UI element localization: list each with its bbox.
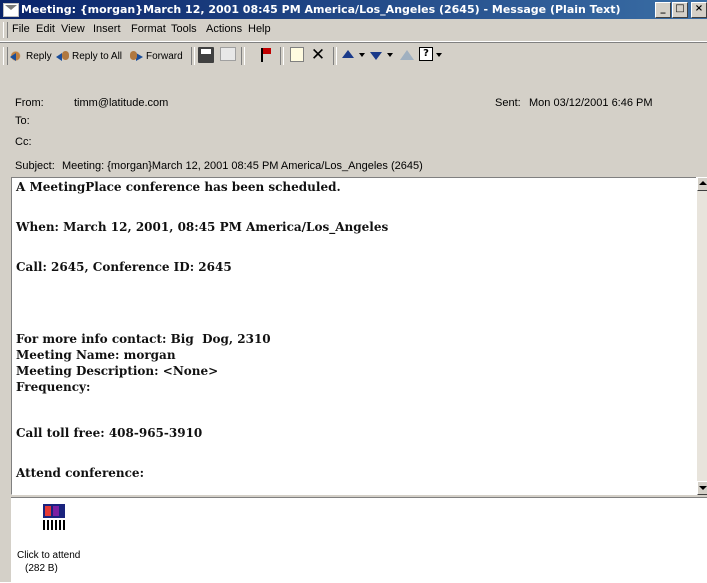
body-line: Frequency: [16, 380, 91, 394]
chevron-down-icon[interactable] [436, 53, 442, 57]
close-button[interactable]: × [691, 2, 707, 18]
minimize-button[interactable]: _ [655, 2, 671, 18]
toolbar-separator [280, 47, 284, 65]
print-icon[interactable] [198, 47, 214, 63]
vertical-scrollbar[interactable] [696, 177, 707, 495]
forward-icon [130, 50, 144, 62]
help-icon[interactable]: ? [419, 47, 433, 61]
previous-item-icon[interactable] [341, 47, 357, 63]
forward-button[interactable]: Forward [130, 46, 183, 66]
attachment-well: Click to attend (282 B) [11, 497, 707, 583]
toolbar-separator [191, 47, 195, 65]
menu-tools[interactable]: Tools [171, 23, 197, 35]
menu-file[interactable]: File [12, 23, 30, 35]
body-line: When: March 12, 2001, 08:45 PM America/L… [16, 220, 389, 234]
body-line: A MeetingPlace conference has been sched… [16, 180, 341, 194]
body-line: Attend conference: [16, 466, 144, 480]
menu-grip[interactable] [3, 22, 8, 38]
toolbar-separator [333, 47, 337, 65]
toolbar-grip[interactable] [3, 47, 8, 65]
subject-value: Meeting: {morgan}March 12, 2001 08:45 PM… [62, 160, 423, 172]
menu-help[interactable]: Help [248, 23, 271, 35]
sent-label: Sent: [495, 97, 521, 109]
menu-view[interactable]: View [61, 23, 85, 35]
flag-icon[interactable] [258, 47, 274, 63]
body-line: Call toll free: 408-965-3910 [16, 426, 203, 440]
message-window: Meeting: {morgan}March 12, 2001 08:45 PM… [0, 0, 707, 583]
attachment-item[interactable]: Click to attend (282 B) [15, 502, 115, 580]
next-item-icon[interactable] [369, 47, 385, 63]
address-book-icon[interactable] [399, 47, 415, 63]
standard-toolbar: Reply Reply to All Forward ✕ ? [0, 42, 707, 70]
body-line: Meeting Name: morgan [16, 348, 176, 362]
menu-actions[interactable]: Actions [206, 23, 242, 35]
delete-icon[interactable]: ✕ [310, 47, 326, 64]
chevron-down-icon[interactable] [387, 53, 393, 57]
body-line: Call: 2645, Conference ID: 2645 [16, 260, 232, 274]
attachment-size: (282 B) [25, 563, 58, 574]
window-title: Meeting: {morgan}March 12, 2001 08:45 PM… [21, 3, 621, 16]
toolbar-separator [241, 47, 245, 65]
chevron-down-icon[interactable] [359, 53, 365, 57]
forward-label: Forward [146, 50, 183, 62]
maximize-button[interactable]: □ [672, 2, 688, 18]
move-to-folder-icon[interactable] [220, 47, 236, 61]
reply-label: Reply [26, 50, 52, 62]
message-body-text: A MeetingPlace conference has been sched… [16, 180, 388, 480]
body-line: Meeting Description: <None> [16, 364, 219, 378]
from-label: From: [15, 97, 44, 109]
cc-label: Cc: [15, 136, 32, 148]
meeting-attachment-icon [43, 504, 65, 532]
body-line: For more info contact: Big Dog, 2310 [16, 332, 271, 346]
menu-insert[interactable]: Insert [93, 23, 121, 35]
envelope-icon [3, 3, 19, 17]
message-body[interactable]: A MeetingPlace conference has been sched… [11, 177, 698, 495]
menu-format[interactable]: Format [131, 23, 166, 35]
attachment-label: Click to attend [17, 550, 81, 561]
reply-all-label: Reply to All [72, 50, 123, 62]
title-bar[interactable]: Meeting: {morgan}March 12, 2001 08:45 PM… [0, 0, 707, 19]
reply-all-button[interactable]: Reply to All [56, 46, 122, 66]
scroll-down-button[interactable] [697, 481, 707, 495]
scroll-up-button[interactable] [697, 177, 707, 191]
to-label: To: [15, 115, 30, 127]
sent-value: Mon 03/12/2001 6:46 PM [529, 97, 653, 109]
menu-edit[interactable]: Edit [36, 23, 55, 35]
message-header: From: timm@latitude.com Sent: Mon 03/12/… [0, 69, 707, 177]
reply-all-icon [56, 50, 70, 62]
subject-label: Subject: [15, 160, 55, 172]
reply-button[interactable]: Reply [10, 46, 52, 66]
from-value[interactable]: timm@latitude.com [74, 97, 168, 109]
menu-bar: File Edit View Insert Format Tools Actio… [0, 19, 707, 42]
reply-icon [10, 50, 24, 62]
copy-icon[interactable] [290, 47, 304, 62]
